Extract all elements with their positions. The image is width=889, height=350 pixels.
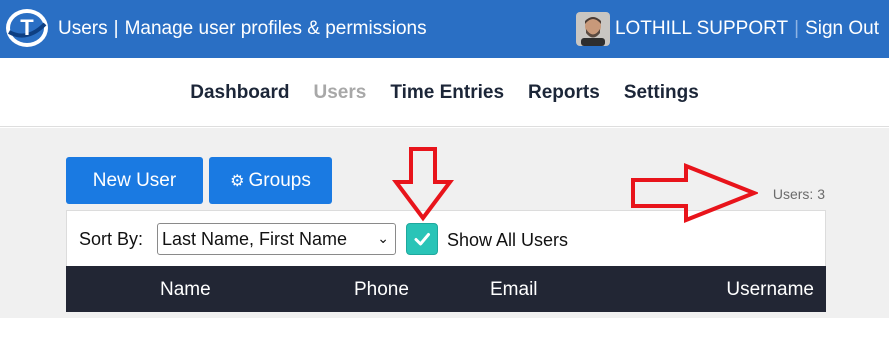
divider: | [113,18,119,39]
user-area: LOTHILL SUPPORT | Sign Out [575,0,879,58]
new-user-button[interactable]: New User [66,157,203,204]
down-arrow-annotation [392,147,454,222]
sort-label: Sort By: [79,229,144,249]
nav-dashboard[interactable]: Dashboard [190,82,289,104]
new-user-label: New User [92,169,177,191]
groups-label: Groups [248,169,311,191]
nav-time-entries[interactable]: Time Entries [390,82,504,104]
top-bar: T Users | Manage user profiles & permiss… [0,0,889,58]
main-nav: Dashboard Users Time Entries Reports Set… [0,58,889,127]
page-bottom [0,318,889,350]
page-heading: Users | Manage user profiles & permissio… [58,0,427,58]
user-count: Users: 3 [772,186,825,202]
logo-letter: T [20,15,34,40]
divider: | [794,18,800,39]
nav-users[interactable]: Users [313,82,366,104]
section-subtitle: Manage user profiles & permissions [124,18,427,39]
table-header: Name Phone Email Username [66,266,826,312]
nav-settings[interactable]: Settings [624,82,699,104]
show-all-label[interactable]: Show All Users [447,230,568,251]
column-email[interactable]: Email [490,279,538,301]
avatar[interactable] [575,12,610,46]
checkmark-icon [414,233,430,246]
groups-button[interactable]: ⚙ Groups [209,157,332,204]
show-all-checkbox[interactable] [406,223,438,255]
gear-icon: ⚙ [230,172,245,190]
chevron-down-icon: ⌄ [377,230,389,246]
column-username[interactable]: Username [726,279,814,301]
sort-select[interactable]: Last Name, First Name ⌄ [157,223,396,255]
user-name-link[interactable]: LOTHILL SUPPORT [615,18,788,40]
column-name[interactable]: Name [160,279,211,301]
section-title: Users [58,18,108,39]
sort-value: Last Name, First Name [162,228,348,249]
right-arrow-annotation [631,163,758,223]
column-phone[interactable]: Phone [354,279,409,301]
sign-out-link[interactable]: Sign Out [805,18,879,40]
app-logo-icon[interactable]: T [5,8,49,48]
nav-reports[interactable]: Reports [528,82,600,104]
